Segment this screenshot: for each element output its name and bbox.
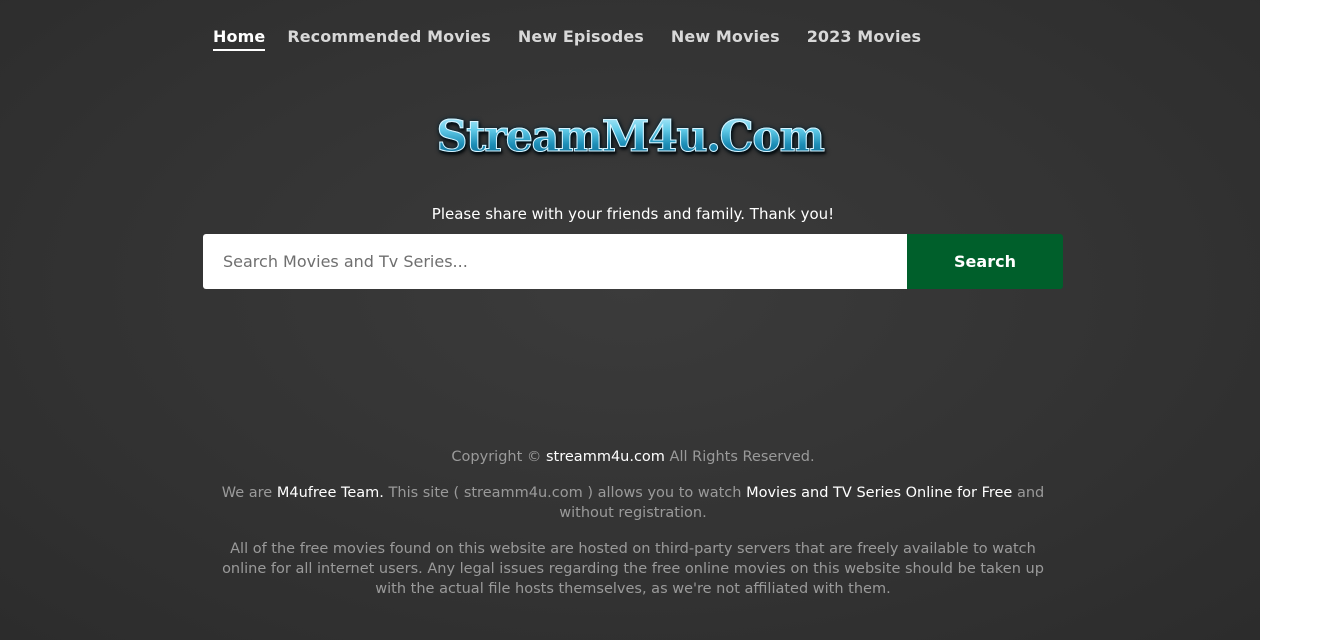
main-nav: Home Recommended Movies New Episodes New… bbox=[213, 26, 948, 51]
about-paragraph: We are M4ufree Team. This site ( streamm… bbox=[220, 483, 1046, 523]
about-team: M4ufree Team. bbox=[276, 485, 384, 501]
about-free-movies-link[interactable]: Movies and TV Series Online for Free bbox=[746, 485, 1012, 501]
nav-new-movies[interactable]: New Movies bbox=[671, 26, 780, 51]
footer: Copyright © streamm4u.com All Rights Res… bbox=[220, 447, 1046, 615]
disclaimer-paragraph: All of the free movies found on this web… bbox=[222, 541, 1044, 597]
copyright-suffix: All Rights Reserved. bbox=[669, 449, 815, 465]
about-middle: This site ( streamm4u.com ) allows you t… bbox=[388, 485, 742, 501]
search-button[interactable]: Search bbox=[907, 234, 1063, 289]
search-input[interactable] bbox=[203, 234, 907, 289]
site-logo[interactable]: StreamM4u.Com bbox=[436, 112, 825, 163]
copyright-line: Copyright © streamm4u.com All Rights Res… bbox=[220, 447, 1046, 467]
copyright-prefix: Copyright © bbox=[451, 449, 542, 465]
about-we-are: We are bbox=[221, 485, 273, 501]
site-logo-container: StreamM4u.Com bbox=[0, 112, 1260, 163]
nav-2023-movies[interactable]: 2023 Movies bbox=[807, 26, 921, 51]
nav-new-episodes[interactable]: New Episodes bbox=[518, 26, 644, 51]
search-form: Search bbox=[203, 234, 1063, 289]
copyright-site-link[interactable]: streamm4u.com bbox=[546, 449, 665, 465]
nav-home[interactable]: Home bbox=[213, 26, 266, 51]
share-tagline: Please share with your friends and famil… bbox=[431, 205, 835, 223]
nav-recommended-movies[interactable]: Recommended Movies bbox=[287, 26, 491, 51]
page-background: Home Recommended Movies New Episodes New… bbox=[0, 0, 1260, 640]
